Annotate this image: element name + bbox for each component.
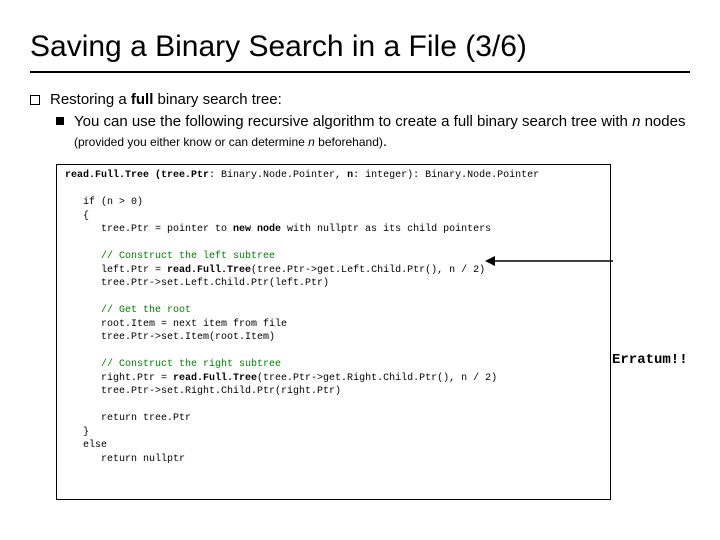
code-l17: tree.Ptr->set.Right.Child.Ptr(right.Ptr): [65, 386, 341, 397]
code-l1a: read.Full.Tree: [65, 170, 149, 181]
code-l8a: left.Ptr =: [65, 265, 167, 276]
sub1-period: .: [383, 133, 387, 150]
code-l8b: read.Full.Tree: [167, 265, 251, 276]
bullet-level1: Restoring a full binary search tree:: [30, 91, 690, 108]
code-l20: }: [65, 427, 89, 438]
code-l1c: : Binary.Node.Pointer,: [209, 170, 347, 181]
code-l7: // Construct the left subtree: [65, 251, 275, 262]
erratum-label: Erratum!!: [612, 352, 688, 368]
bullet1-prefix: Restoring a: [50, 91, 131, 108]
code-l16a: right.Ptr =: [65, 373, 173, 384]
sub1-small-a: (provided you either know or can determi…: [74, 135, 308, 149]
code-l3: if (n > 0): [65, 197, 143, 208]
code-l9: tree.Ptr->set.Left.Child.Ptr(left.Ptr): [65, 278, 329, 289]
code-l16c: (tree.Ptr->get.Right.Child.Ptr(), n / 2): [257, 373, 497, 384]
code-l5a: tree.Ptr = pointer to: [65, 224, 233, 235]
sub1-text: You can use the following recursive algo…: [74, 112, 690, 153]
bullet-open-icon: [30, 95, 40, 105]
sub1-b: nodes: [640, 113, 685, 130]
code-l5b: new node: [233, 224, 281, 235]
bullet1-bold: full: [131, 91, 154, 108]
arrow-icon: [485, 253, 615, 283]
code-l11: // Get the root: [65, 305, 191, 316]
code-l5c: with nullptr as its child pointers: [281, 224, 491, 235]
slide-body: Restoring a full binary search tree: You…: [30, 91, 690, 501]
code-l12: root.Item = next item from file: [65, 319, 287, 330]
code-l1b: (tree.Ptr: [149, 170, 209, 181]
bullet-level2: You can use the following recursive algo…: [56, 112, 690, 153]
bullet1-suffix: binary search tree:: [153, 91, 281, 108]
code-l13: tree.Ptr->set.Item(root.Item): [65, 332, 275, 343]
code-l15: // Construct the right subtree: [65, 359, 281, 370]
code-l1e: : integer): Binary.Node.Pointer: [353, 170, 539, 181]
code-l22: return nullptr: [65, 454, 185, 465]
sub1-small-n: n: [308, 135, 315, 149]
code-l19: return tree.Ptr: [65, 413, 191, 424]
sub1-small: (provided you either know or can determi…: [74, 135, 383, 149]
code-l8c: (tree.Ptr->get.Left.Child.Ptr(), n / 2): [251, 265, 485, 276]
code-l16b: read.Full.Tree: [173, 373, 257, 384]
page-title: Saving a Binary Search in a File (3/6): [30, 30, 690, 73]
code-l4: {: [65, 211, 89, 222]
bullet1-text: Restoring a full binary search tree:: [50, 91, 282, 108]
slide: Saving a Binary Search in a File (3/6) R…: [0, 0, 720, 540]
code-box: read.Full.Tree (tree.Ptr: Binary.Node.Po…: [56, 164, 611, 500]
bullet-filled-icon: [56, 117, 64, 125]
sub1-small-b: beforehand): [315, 135, 383, 149]
sub1-a: You can use the following recursive algo…: [74, 113, 632, 130]
code-l21: else: [65, 440, 107, 451]
